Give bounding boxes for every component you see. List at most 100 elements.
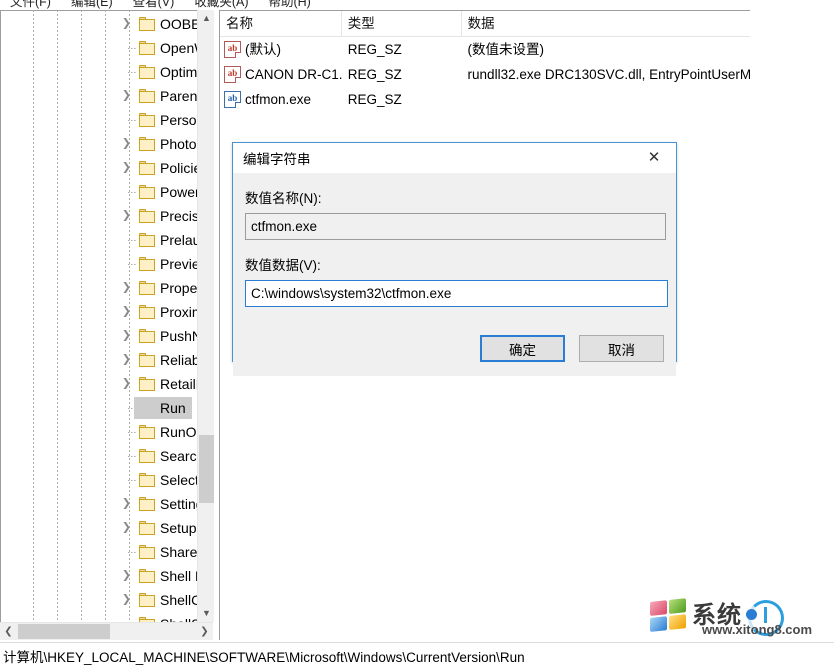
- value-type-cell: REG_SZ: [347, 67, 402, 82]
- tree-node[interactable]: ❯ Setup: [0, 516, 200, 540]
- chevron-right-icon[interactable]: ❯: [121, 498, 132, 510]
- chevron-left-icon[interactable]: ❮: [0, 623, 17, 640]
- value-name-text: ctfmon.exe: [245, 92, 312, 107]
- value-data-label: 数值数据(V):: [245, 258, 321, 273]
- registry-path-text: 计算机\HKEY_LOCAL_MACHINE\SOFTWARE\Microsof…: [3, 649, 525, 665]
- value-name-text: CANON DR-C1...: [245, 67, 342, 82]
- tree-node-label-wrap: Run: [134, 397, 192, 419]
- value-type-cell: REG_SZ: [347, 92, 402, 107]
- value-data-cell: (数值未设置): [467, 42, 545, 57]
- tree-node-list: ❯ OOBE OpenW Optim ❯ Parent Persor ❯ PhotoP ❯ Poli…: [0, 12, 210, 640]
- tree-node[interactable]: ❯ RetailD: [0, 372, 206, 396]
- tree-node[interactable]: ❯ Parent: [0, 84, 202, 108]
- tree-node-label-wrap: OOBE: [134, 13, 206, 35]
- chevron-right-icon[interactable]: ❯: [121, 354, 132, 366]
- tree-node[interactable]: Search: [0, 444, 204, 468]
- tree-node[interactable]: ❯ Proper: [0, 276, 203, 300]
- value-name-input[interactable]: ctfmon.exe: [245, 213, 666, 240]
- value-name-label: 数值名称(N):: [245, 191, 322, 206]
- tree-node-label: Run: [160, 400, 186, 416]
- chevron-down-icon[interactable]: ▼: [198, 605, 214, 622]
- chevron-right-icon[interactable]: ❯: [121, 522, 132, 534]
- tree-node[interactable]: ❯ Shell E: [0, 564, 204, 588]
- status-bar: 计算机\HKEY_LOCAL_MACHINE\SOFTWARE\Microsof…: [0, 642, 834, 668]
- string-value-icon: ab: [224, 91, 241, 108]
- tree-node[interactable]: ❯ ShellC: [0, 588, 202, 612]
- scrollbar-thumb[interactable]: [18, 624, 110, 639]
- tree-node[interactable]: Persor: [0, 108, 201, 132]
- tree-node[interactable]: ❯ OOBE: [0, 12, 201, 36]
- value-name-cell: ab (默认): [220, 37, 342, 62]
- tree-node-label: Proper: [160, 280, 203, 296]
- tree-node[interactable]: Optim: [0, 60, 200, 84]
- table-row[interactable]: ab (默认) REG_SZ (数值未设置): [220, 37, 750, 62]
- tree-node[interactable]: Preview: [0, 252, 210, 276]
- tree-node-label-wrap: Optim: [134, 61, 203, 83]
- tree-node[interactable]: ❯ Precisi: [0, 204, 203, 228]
- tree-node[interactable]: ❯ PhotoP: [0, 132, 206, 156]
- cancel-button[interactable]: 取消: [579, 335, 664, 362]
- chevron-right-icon[interactable]: ❯: [121, 378, 132, 390]
- chevron-right-icon[interactable]: ❯: [121, 330, 132, 342]
- tree-node[interactable]: OpenW: [0, 36, 207, 60]
- ok-button[interactable]: 确定: [480, 335, 565, 362]
- chevron-right-icon[interactable]: ❯: [121, 570, 132, 582]
- tree-node-label: ShellC: [160, 592, 202, 608]
- value-name-cell: ab CANON DR-C1...: [220, 62, 342, 87]
- tree-node-label: PushN: [160, 328, 203, 344]
- dialog-title-bar: 编辑字符串 ✕: [233, 143, 676, 173]
- chevron-right-icon[interactable]: ❯: [121, 90, 132, 102]
- column-header-type[interactable]: 类型: [342, 11, 462, 36]
- table-row[interactable]: ab ctfmon.exe REG_SZ: [220, 87, 750, 112]
- values-row-list: ab (默认) REG_SZ (数值未设置) ab CANON DR-C1... REG_S…: [220, 37, 750, 112]
- chevron-up-icon[interactable]: ▲: [198, 10, 214, 27]
- tree-node-label: Selecti: [160, 472, 203, 488]
- tree-node-label: Precisi: [160, 208, 203, 224]
- site-watermark: 系统 www.xitong8.com: [650, 594, 828, 638]
- tree-node[interactable]: Selecti: [0, 468, 203, 492]
- dialog-content: 数值名称(N): ctfmon.exe 数值数据(V): C:\windows\…: [233, 187, 676, 376]
- values-column-header: 名称 类型 数据: [220, 11, 750, 37]
- table-row[interactable]: ab CANON DR-C1... REG_SZ rundll32.exe DRC13…: [220, 62, 750, 87]
- tree-vertical-scrollbar[interactable]: ▲ ▼: [197, 10, 214, 622]
- value-data-cell: [462, 87, 750, 112]
- column-header-name[interactable]: 名称: [220, 11, 342, 36]
- tree-horizontal-scrollbar[interactable]: ❮ ❯: [0, 622, 213, 640]
- value-name-cell: ab ctfmon.exe: [220, 87, 342, 112]
- chevron-right-icon[interactable]: ❯: [121, 282, 132, 294]
- chevron-right-icon[interactable]: ❯: [121, 162, 132, 174]
- value-name-text: (默认): [245, 42, 281, 57]
- close-icon[interactable]: ✕: [632, 143, 676, 172]
- string-value-icon: ab: [224, 41, 241, 58]
- tree-node[interactable]: Prelaui: [0, 228, 204, 252]
- tree-node[interactable]: PowerF: [0, 180, 208, 204]
- tree-node[interactable]: ❯ Reliabi: [0, 348, 203, 372]
- chevron-right-icon[interactable]: ❯: [121, 306, 132, 318]
- watermark-url: www.xitong8.com: [702, 622, 813, 637]
- tree-node[interactable]: ❯ Setting: [0, 492, 204, 516]
- value-data-input[interactable]: C:\windows\system32\ctfmon.exe: [245, 280, 668, 307]
- tree-node-label: Parent: [160, 88, 202, 104]
- chevron-right-icon[interactable]: ❯: [121, 594, 132, 606]
- tree-node[interactable]: Sharec: [0, 540, 204, 564]
- chevron-right-icon[interactable]: ❯: [196, 623, 213, 640]
- chevron-right-icon[interactable]: ❯: [121, 18, 132, 30]
- tree-node[interactable]: Run: [0, 396, 200, 420]
- tree-node[interactable]: ❯ PushN: [0, 324, 203, 348]
- chevron-right-icon[interactable]: ❯: [121, 210, 132, 222]
- dialog-title-text: 编辑字符串: [243, 152, 311, 167]
- tree-node[interactable]: ❯ Proxim: [0, 300, 204, 324]
- tree-node-label: Setup: [160, 520, 197, 536]
- column-header-data[interactable]: 数据: [462, 11, 750, 36]
- tree-node[interactable]: ❯ Policie: [0, 156, 201, 180]
- chevron-right-icon[interactable]: ❯: [121, 138, 132, 150]
- windows-logo-icon: [650, 598, 688, 634]
- tree-node[interactable]: RunOn: [0, 420, 204, 444]
- tree-node-label: OOBE: [160, 16, 201, 32]
- scrollbar-thumb[interactable]: [199, 435, 214, 503]
- registry-key-tree[interactable]: ❯ OOBE OpenW Optim ❯ Parent Persor ❯ PhotoP ❯ Poli…: [0, 10, 215, 640]
- value-type-cell: REG_SZ: [347, 42, 402, 57]
- tree-node-label-wrap: Setup: [134, 517, 203, 539]
- tree-node-label: Optim: [160, 64, 198, 80]
- value-data-cell: rundll32.exe DRC130SVC.dll, EntryPointUs…: [467, 67, 750, 82]
